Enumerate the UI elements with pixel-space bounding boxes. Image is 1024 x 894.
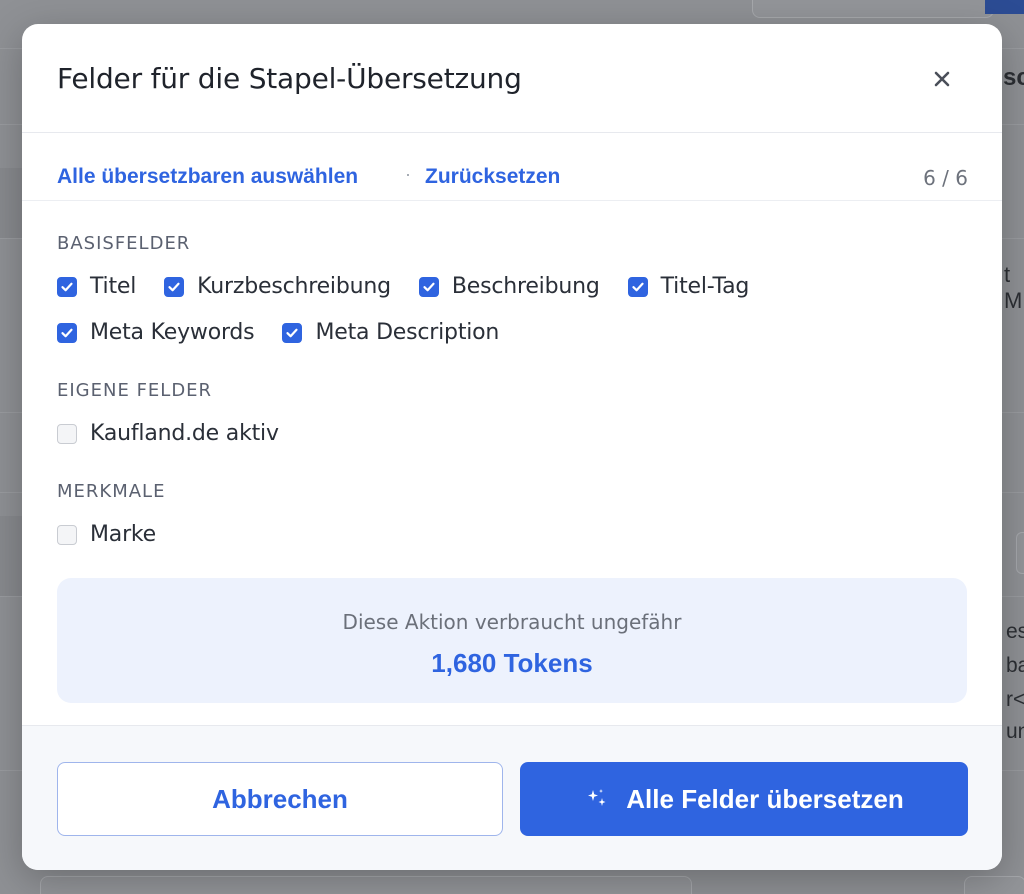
reset-link[interactable]: Zurücksetzen — [425, 165, 560, 189]
dialog-footer: Abbrechen Alle Felder übersetzen — [22, 725, 1002, 870]
close-button[interactable] — [925, 62, 959, 96]
section-heading-eigene-felder: EIGENE FELDER — [57, 380, 213, 401]
checkbox-checked[interactable] — [57, 276, 77, 297]
section-heading-merkmale: MERKMALE — [57, 481, 166, 502]
section-heading-basisfelder: BASISFELDER — [57, 233, 191, 254]
background-panel — [0, 516, 24, 596]
translate-all-fields-button[interactable]: Alle Felder übersetzen — [520, 762, 968, 836]
field-label: Meta Description — [315, 320, 500, 345]
field-option-kaufland-aktiv[interactable]: Kaufland.de aktiv — [57, 421, 279, 446]
check-icon — [168, 282, 180, 291]
background-panel — [0, 168, 24, 238]
field-label: Kurzbeschreibung — [197, 274, 391, 299]
check-icon — [61, 282, 73, 291]
background-text-fragment: sc — [1003, 64, 1024, 91]
field-option-marke[interactable]: Marke — [57, 522, 156, 547]
check-icon — [286, 328, 299, 337]
checkbox-unchecked[interactable] — [57, 423, 77, 444]
checkbox-checked[interactable] — [164, 276, 185, 297]
checkbox-checked[interactable] — [282, 322, 303, 343]
field-row: Kaufland.de aktiv — [57, 421, 307, 446]
token-estimate-text: Diese Aktion verbraucht ungefähr — [342, 610, 682, 634]
field-label: Meta Keywords — [90, 320, 255, 345]
field-option-meta-description[interactable]: Meta Description — [282, 320, 499, 345]
background-primary-button — [985, 0, 1024, 14]
sparkles-icon — [584, 786, 610, 812]
background-text-fragment: un — [1006, 720, 1024, 743]
check-icon — [61, 328, 73, 337]
batch-translation-dialog: Felder für die Stapel-Übersetzung Alle ü… — [22, 24, 1002, 870]
translate-all-fields-label: Alle Felder übersetzen — [626, 783, 904, 814]
field-label: Marke — [90, 522, 156, 547]
cancel-button[interactable]: Abbrechen — [57, 762, 503, 836]
background-button — [964, 876, 1024, 894]
field-row: Meta Keywords Meta Description — [57, 320, 527, 345]
selection-toolbar: Alle übersetzbaren auswählen · Zurückset… — [22, 133, 1002, 201]
checkbox-checked[interactable] — [57, 322, 77, 343]
dialog-header: Felder für die Stapel-Übersetzung — [22, 24, 1002, 133]
selected-count: 6 / 6 — [923, 166, 968, 190]
toolbar-separator: · — [405, 164, 411, 184]
close-icon — [934, 71, 950, 87]
background-button — [752, 0, 994, 18]
field-row: Marke — [57, 522, 184, 547]
background-text-fragment: t M — [1004, 262, 1023, 313]
field-option-titel[interactable]: Titel — [57, 274, 136, 299]
background-button — [40, 876, 692, 894]
dialog-title: Felder für die Stapel-Übersetzung — [57, 62, 522, 95]
select-all-translatable-link[interactable]: Alle übersetzbaren auswählen — [57, 165, 358, 189]
field-option-titel-tag[interactable]: Titel-Tag — [627, 274, 750, 299]
token-estimate-box: Diese Aktion verbraucht ungefähr 1,680 T… — [57, 578, 967, 703]
checkbox-checked[interactable] — [418, 276, 439, 297]
background-text-fragment: r</ — [1006, 688, 1024, 711]
field-label: Titel — [90, 274, 137, 299]
background-input — [1016, 532, 1024, 574]
field-label: Kaufland.de aktiv — [90, 421, 279, 446]
field-option-kurzbeschreibung[interactable]: Kurzbeschreibung — [164, 274, 391, 299]
background-text-fragment: es — [1006, 620, 1024, 643]
check-icon — [423, 282, 435, 291]
token-estimate-value: 1,680 Tokens — [431, 648, 593, 678]
field-option-beschreibung[interactable]: Beschreibung — [418, 274, 600, 299]
field-row: Titel Kurzbeschreibung Beschreibung Tite… — [57, 274, 777, 299]
checkbox-checked[interactable] — [627, 276, 648, 297]
checkbox-unchecked[interactable] — [57, 524, 77, 545]
field-label: Beschreibung — [451, 274, 600, 299]
field-option-meta-keywords[interactable]: Meta Keywords — [57, 320, 255, 345]
background-text-fragment: ba — [1006, 654, 1024, 677]
field-label: Titel-Tag — [660, 274, 750, 299]
check-icon — [632, 282, 644, 291]
